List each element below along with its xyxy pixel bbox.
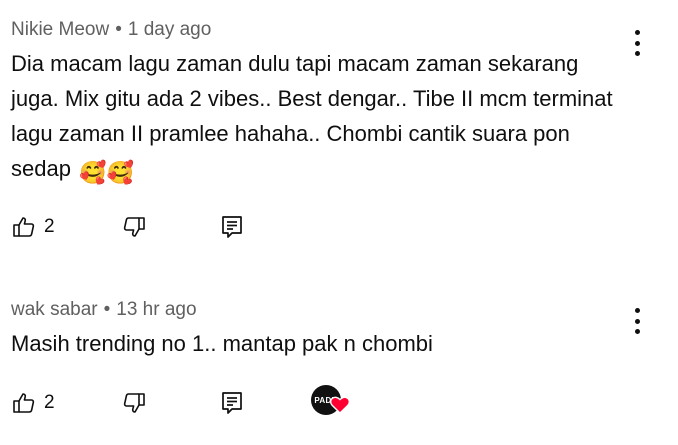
comment-thread: Nikie Meow • 1 day ago Dia macam lagu zama… <box>0 0 678 270</box>
creator-heart: PADU <box>311 382 355 422</box>
like-button[interactable]: 2 <box>12 388 55 418</box>
comment-time[interactable]: 13 hr ago <box>116 299 196 320</box>
meta-separator: • <box>115 19 122 40</box>
dislike-button[interactable] <box>122 388 146 418</box>
comment-text: Dia macam lagu zaman dulu tapi macam zam… <box>11 46 621 190</box>
comment-author[interactable]: Nikie Meow <box>11 19 109 40</box>
thumbs-up-icon <box>13 217 35 237</box>
comment-action-bar: 2 PADU <box>0 385 678 418</box>
comment-meta: wak sabar • 13 hr ago <box>11 299 197 321</box>
reply-button[interactable] <box>219 388 245 418</box>
reply-icon <box>222 216 242 238</box>
emoji-smiling-hearts: 🥰🥰 <box>79 160 134 185</box>
comment-author[interactable]: wak sabar <box>11 299 98 320</box>
comment-meta: Nikie Meow • 1 day ago <box>11 19 211 41</box>
dislike-button[interactable] <box>122 212 146 242</box>
comment-text-content: Masih trending no 1.. mantap pak n chomb… <box>11 331 433 356</box>
meta-separator: • <box>103 299 111 320</box>
heart-icon <box>330 396 350 414</box>
comment-thread: wak sabar • 13 hr ago Masih trending no 1.… <box>0 270 678 445</box>
reply-button[interactable] <box>219 212 245 242</box>
comment-action-bar: 2 <box>0 212 678 242</box>
more-vert-icon[interactable] <box>633 30 641 56</box>
comment-text: Masih trending no 1.. mantap pak n chomb… <box>11 326 621 361</box>
more-vert-icon[interactable] <box>633 308 641 334</box>
comment-time[interactable]: 1 day ago <box>128 19 211 40</box>
thumbs-down-icon <box>123 393 145 413</box>
like-count: 2 <box>44 392 55 413</box>
like-count: 2 <box>44 216 55 237</box>
like-button[interactable]: 2 <box>12 212 55 242</box>
thumbs-up-icon <box>13 393 35 413</box>
thumbs-down-icon <box>123 217 145 237</box>
reply-icon <box>222 392 242 414</box>
